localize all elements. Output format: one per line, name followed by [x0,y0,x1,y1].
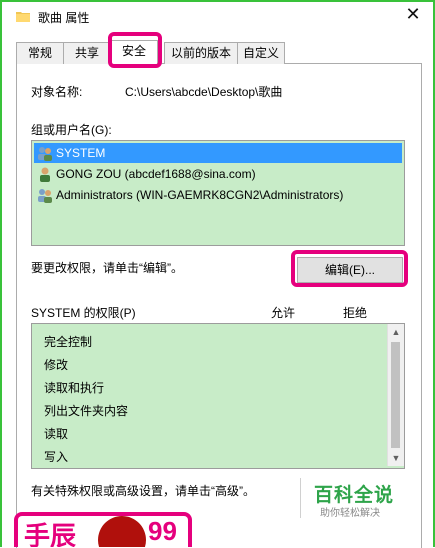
users-label: 组或用户名(G): [31,123,112,137]
permission-item: 读取 [44,427,69,441]
bottom-logo-text-left: 手辰 [24,521,77,547]
permission-item: 完全控制 [44,335,93,349]
window-title: 歌曲 属性 [38,11,90,25]
user-item-label: SYSTEM [56,146,106,160]
user-icon [40,167,50,182]
title-bar: 歌曲 属性 ✕ [2,2,433,32]
edit-button[interactable]: 编辑(E)... [297,257,403,283]
object-name-value: C:\Users\abcde\Desktop\歌曲 [125,85,283,99]
permission-item: 修改 [44,358,69,372]
watermark-divider [300,478,301,518]
scroll-up-icon[interactable]: ▲ [388,324,404,340]
permissions-list[interactable]: 完全控制 修改 读取和执行 列出文件夹内容 读取 写入 ▲ ▼ [31,323,405,469]
allow-header: 允许 [271,306,296,320]
close-icon: ✕ [405,4,421,24]
bottom-logo-text-right: 99 [148,516,177,546]
watermark-tagline: 助你轻松解决 [320,508,380,519]
deny-header: 拒绝 [343,306,368,320]
user-list[interactable]: SYSTEM GONG ZOU (abcdef1688@sina.com) Ad… [31,140,405,246]
scroll-down-icon[interactable]: ▼ [388,450,404,466]
close-button[interactable]: ✕ [399,3,427,27]
tab-previous-versions[interactable]: 以前的版本 [164,42,238,64]
group-icon [38,189,52,203]
user-item-system[interactable]: SYSTEM [34,143,402,163]
user-item-label: Administrators (WIN-GAEMRK8CGN2\Administ… [56,188,344,202]
tab-sharing[interactable]: 共享 [63,42,111,64]
user-item-gong-zou[interactable]: GONG ZOU (abcdef1688@sina.com) [34,164,402,184]
object-name-label: 对象名称: [31,85,83,99]
bottom-logo-emblem [98,516,146,547]
group-icon [38,147,52,161]
permission-item: 读取和执行 [44,381,105,395]
permissions-scrollbar[interactable]: ▲ ▼ [387,324,404,466]
permissions-label: SYSTEM 的权限(P) [31,306,136,320]
tab-customize[interactable]: 自定义 [237,42,285,64]
tab-highlight-box [108,32,162,68]
bottom-logo: 手辰 99 [14,512,192,547]
folder-icon [16,12,30,22]
user-item-label: GONG ZOU (abcdef1688@sina.com) [56,167,256,181]
advanced-hint: 有关特殊权限或高级设置，请单击“高级”。 [31,484,255,498]
edit-hint: 要更改权限，请单击“编辑”。 [31,261,183,275]
user-item-administrators[interactable]: Administrators (WIN-GAEMRK8CGN2\Administ… [34,185,402,205]
watermark-logo: 百科全说 [314,485,395,506]
scrollbar-thumb[interactable] [391,342,400,448]
tab-general[interactable]: 常规 [16,42,64,64]
permission-item: 写入 [44,450,69,464]
permission-item: 列出文件夹内容 [44,404,129,418]
